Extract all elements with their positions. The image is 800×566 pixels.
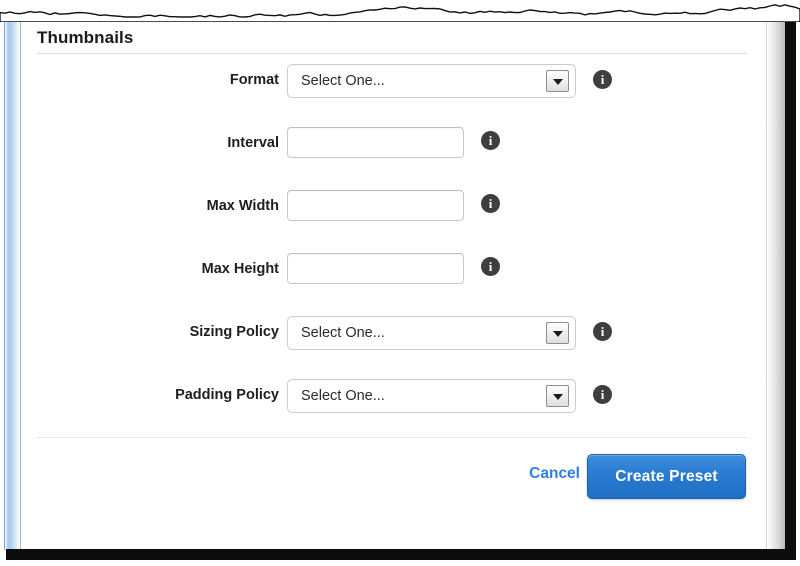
input-max-width[interactable] bbox=[287, 190, 464, 221]
page-title: Thumbnails bbox=[37, 28, 134, 47]
footer-divider bbox=[37, 437, 747, 438]
thumbnails-form: Format Select One... i Interval i Max Width i M… bbox=[21, 64, 766, 442]
create-preset-button[interactable]: Create Preset bbox=[587, 454, 746, 499]
screenshot-root: Thumbnails Format Select One... i Interval i… bbox=[0, 0, 800, 566]
field-label: Sizing Policy bbox=[189, 324, 279, 340]
input-max-height[interactable] bbox=[287, 253, 464, 284]
info-icon[interactable]: i bbox=[593, 385, 612, 404]
chevron-down-icon[interactable] bbox=[546, 70, 569, 92]
form-row: Padding Policy Select One... i bbox=[21, 379, 766, 442]
field-label: Max Height bbox=[201, 261, 279, 277]
form-row: Format Select One... i bbox=[21, 64, 766, 127]
input-interval[interactable] bbox=[287, 127, 464, 158]
window-shadow-bottom bbox=[6, 549, 796, 560]
left-scroll-strip[interactable] bbox=[4, 14, 21, 550]
info-icon[interactable]: i bbox=[481, 194, 500, 213]
info-icon[interactable]: i bbox=[593, 70, 612, 89]
caret-glyph bbox=[552, 331, 563, 337]
form-row: Sizing Policy Select One... i bbox=[21, 316, 766, 379]
select-value: Select One... bbox=[301, 388, 385, 404]
chevron-down-icon[interactable] bbox=[546, 385, 569, 407]
form-row: Interval i bbox=[21, 127, 766, 190]
select-format[interactable]: Select One... bbox=[287, 64, 576, 98]
select-sizing-policy[interactable]: Select One... bbox=[287, 316, 576, 350]
form-row: Max Width i bbox=[21, 190, 766, 253]
field-label: Padding Policy bbox=[175, 387, 279, 403]
window-shadow-right bbox=[785, 10, 796, 558]
title-divider bbox=[37, 53, 747, 54]
field-label: Interval bbox=[227, 135, 279, 151]
field-label: Max Width bbox=[206, 198, 279, 214]
select-value: Select One... bbox=[301, 325, 385, 341]
dialog-page: Thumbnails Format Select One... i Interval i… bbox=[21, 14, 766, 550]
field-label: Format bbox=[229, 72, 279, 88]
caret-glyph bbox=[552, 79, 563, 85]
select-value: Select One... bbox=[301, 73, 385, 89]
info-icon[interactable]: i bbox=[481, 257, 500, 276]
select-padding-policy[interactable]: Select One... bbox=[287, 379, 576, 413]
right-scroll-strip[interactable] bbox=[766, 14, 786, 550]
info-icon[interactable]: i bbox=[481, 131, 500, 150]
chevron-down-icon[interactable] bbox=[546, 322, 569, 344]
info-icon[interactable]: i bbox=[593, 322, 612, 341]
caret-glyph bbox=[552, 394, 563, 400]
cancel-button[interactable]: Cancel bbox=[529, 465, 580, 483]
form-row: Max Height i bbox=[21, 253, 766, 316]
